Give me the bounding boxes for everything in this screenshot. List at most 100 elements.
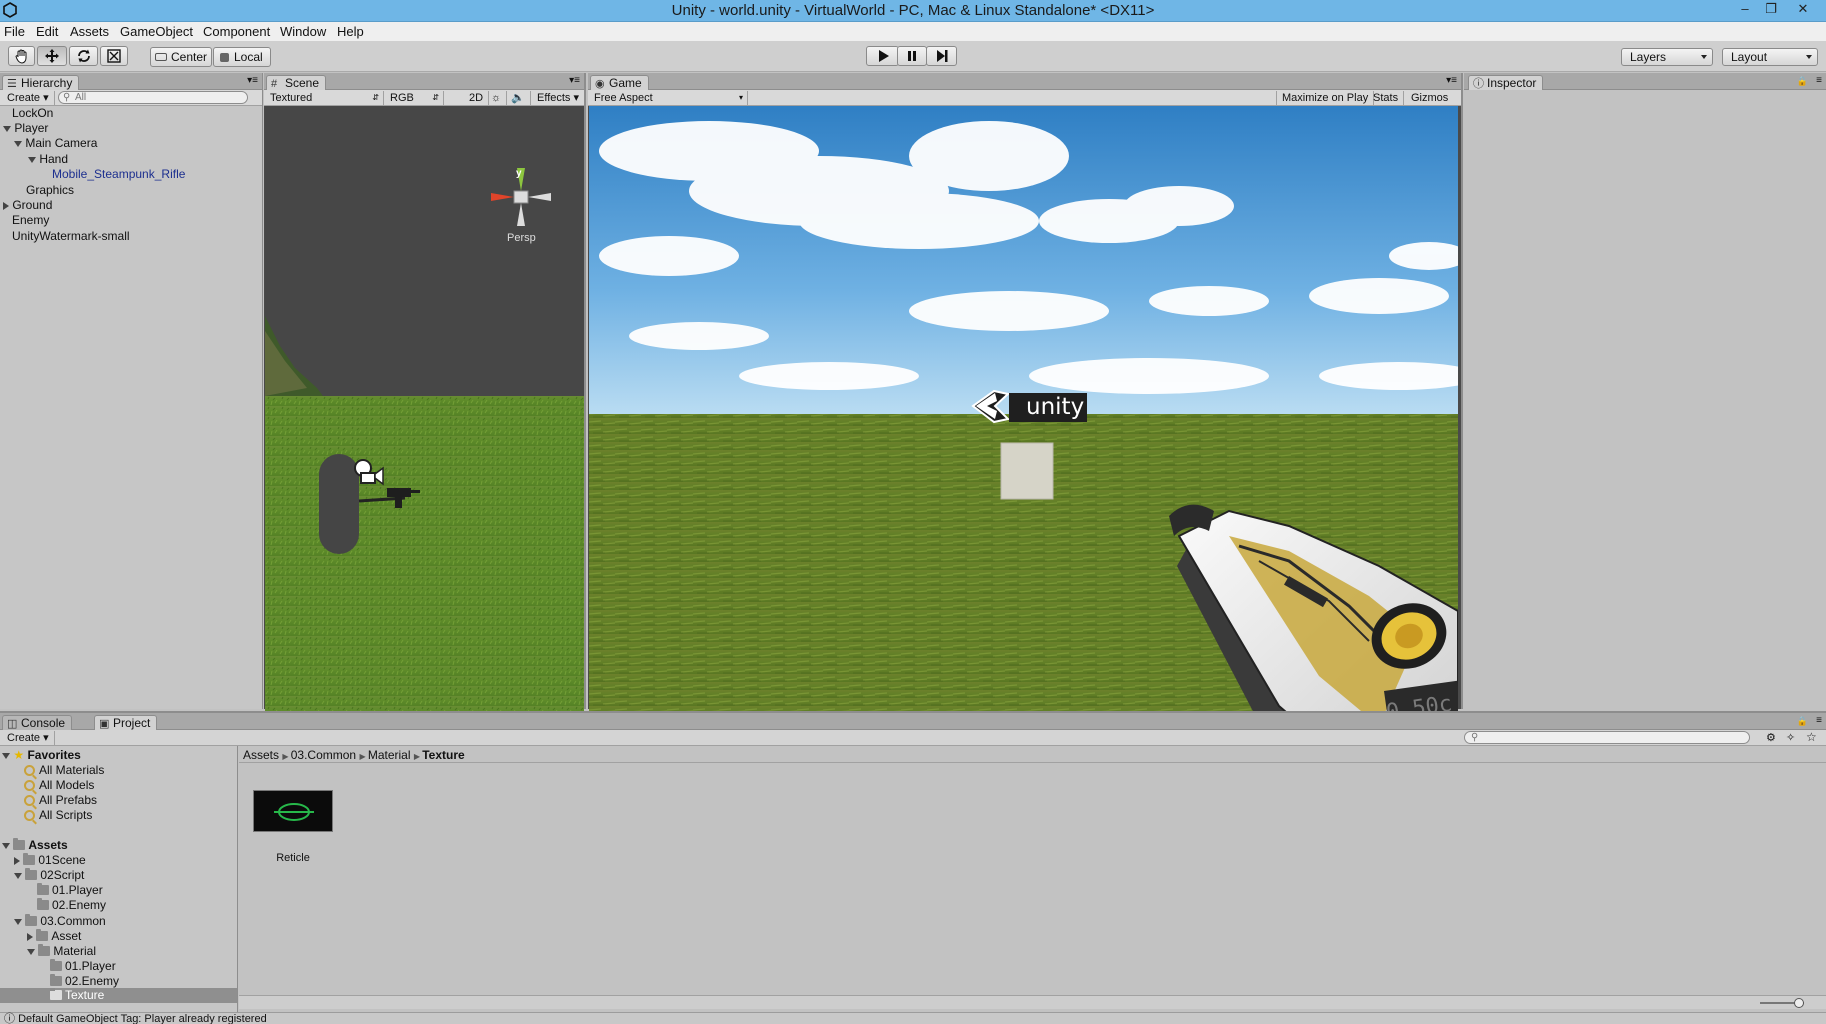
hierarchy-search-input[interactable]: ⚲ All [58, 91, 248, 104]
game-viewport[interactable]: unity 0.50c [589, 106, 1458, 780]
folder-item[interactable]: 03.Common [14, 914, 106, 928]
favorite-item[interactable]: All Materials [24, 763, 104, 777]
panel-menu-icon[interactable]: ≡ [1816, 715, 1822, 726]
hierarchy-item-graphics[interactable]: Graphics [26, 183, 74, 197]
gizmos-dropdown[interactable]: Gizmos ▾ [1406, 91, 1461, 118]
hierarchy-item-hand[interactable]: Hand [28, 152, 68, 166]
hierarchy-item-main-camera[interactable]: Main Camera [14, 136, 97, 150]
favorite-item[interactable]: All Scripts [24, 808, 92, 822]
pivot-mode-button[interactable]: Center [150, 47, 212, 67]
filter-label-icon[interactable]: ✧ [1786, 731, 1795, 744]
favorite-item[interactable]: All Models [24, 778, 94, 792]
menu-help[interactable]: Help [337, 24, 364, 39]
layers-dropdown[interactable]: Layers [1621, 48, 1713, 66]
expand-arrow-icon[interactable] [28, 156, 36, 163]
close-button[interactable]: ✕ [1790, 1, 1816, 19]
asset-label: Reticle [276, 852, 310, 864]
breadcrumb-current[interactable]: Texture [422, 748, 464, 762]
expand-arrow-icon[interactable] [14, 140, 22, 147]
favorites-header[interactable]: ★ Favorites [2, 748, 81, 762]
tab-game[interactable]: ◉ Game [590, 75, 649, 90]
folder-item[interactable]: Material [27, 944, 96, 958]
scale-tool-button[interactable] [100, 46, 128, 66]
color-mode-label: RGB [390, 92, 414, 104]
menu-component[interactable]: Component [203, 24, 270, 39]
hierarchy-item-enemy[interactable]: Enemy [12, 213, 49, 227]
menu-gameobject[interactable]: GameObject [120, 24, 193, 39]
effects-dropdown[interactable]: Effects ▾ [532, 91, 584, 105]
folder-item[interactable]: 01.Player [37, 883, 103, 897]
hierarchy-item-rifle[interactable]: Mobile_Steampunk_Rifle [52, 167, 185, 181]
aspect-select[interactable]: Free Aspect ▾ [588, 91, 748, 105]
folder-item[interactable]: 01.Player [50, 959, 116, 973]
scene-viewport[interactable]: y Persp [265, 106, 584, 780]
tab-project[interactable]: ▣ Project [94, 715, 158, 730]
menu-assets[interactable]: Assets [70, 24, 109, 39]
folder-item[interactable]: 01Scene [14, 853, 86, 867]
favorite-star-icon[interactable]: ☆ [1806, 730, 1817, 744]
zoom-slider-handle[interactable] [1794, 998, 1804, 1008]
hierarchy-item-ground[interactable]: Ground [3, 198, 52, 212]
hierarchy-create-button[interactable]: Create ▾ [2, 91, 55, 105]
folder-item[interactable]: 02Script [14, 868, 84, 882]
filter-type-icon[interactable]: ⚙ [1766, 731, 1776, 744]
expand-arrow-icon[interactable] [3, 125, 11, 132]
tab-hierarchy[interactable]: ☰ Hierarchy [2, 75, 80, 90]
collapse-arrow-icon[interactable] [14, 856, 20, 865]
breadcrumb-item[interactable]: 03.Common [291, 748, 356, 762]
tab-inspector[interactable]: ⓘ Inspector [1468, 75, 1544, 90]
expand-arrow-icon[interactable] [14, 918, 22, 925]
move-tool-button[interactable] [37, 46, 67, 66]
lighting-toggle-button[interactable]: ☼ [486, 91, 508, 105]
restore-button[interactable]: ❐ [1758, 1, 1784, 19]
project-search-input[interactable]: ⚲ [1464, 731, 1750, 744]
breadcrumb-item[interactable]: Material [368, 748, 411, 762]
lock-icon[interactable]: 🔒 [1797, 76, 1808, 87]
hierarchy-item-lockon[interactable]: LockOn [12, 106, 53, 120]
selected-folder-row[interactable]: Texture [0, 988, 237, 1003]
breadcrumb-item[interactable]: Assets [243, 748, 279, 762]
project-create-button[interactable]: Create ▾ [2, 731, 55, 745]
play-button[interactable] [866, 46, 899, 66]
color-mode-select[interactable]: RGB ⇵ [384, 91, 444, 105]
gizmo-projection-label[interactable]: Persp [507, 232, 536, 244]
expand-arrow-icon[interactable] [2, 752, 10, 759]
expand-arrow-icon[interactable] [27, 948, 35, 955]
tab-console[interactable]: ◫ Console [2, 715, 73, 730]
rotate-tool-button[interactable] [69, 46, 98, 66]
folder-item[interactable]: 02.Enemy [50, 974, 119, 988]
layout-dropdown[interactable]: Layout [1722, 48, 1818, 66]
pause-button[interactable] [897, 46, 927, 66]
pivot-rotation-button[interactable]: Local [213, 47, 271, 67]
expand-arrow-icon[interactable] [14, 872, 22, 879]
menu-window[interactable]: Window [280, 24, 326, 39]
render-mode-select[interactable]: Textured ⇵ [264, 91, 384, 105]
collapse-arrow-icon[interactable] [27, 932, 33, 941]
audio-toggle-button[interactable]: 🔈 [506, 91, 531, 105]
step-button[interactable] [926, 46, 957, 66]
tab-scene[interactable]: # Scene [266, 75, 327, 90]
panel-menu-icon[interactable]: ≡ [1816, 75, 1822, 86]
expand-arrow-icon[interactable] [2, 842, 10, 849]
assets-header[interactable]: Assets [2, 838, 68, 852]
hierarchy-item-watermark[interactable]: UnityWatermark-small [12, 229, 130, 243]
menu-edit[interactable]: Edit [36, 24, 58, 39]
minimize-button[interactable]: – [1732, 1, 1758, 19]
folder-item[interactable]: Asset [27, 929, 81, 943]
asset-item[interactable]: Reticle [253, 790, 333, 864]
stats-toggle[interactable]: Stats [1368, 91, 1405, 105]
search-icon [24, 780, 35, 791]
lock-icon[interactable]: 🔒 [1797, 716, 1808, 727]
folder-item[interactable]: 02.Enemy [37, 898, 106, 912]
collapse-arrow-icon[interactable] [3, 201, 9, 210]
hierarchy-item-player[interactable]: Player [3, 121, 48, 135]
hand-tool-button[interactable] [8, 46, 35, 66]
maximize-on-play-toggle[interactable]: Maximize on Play [1276, 91, 1375, 105]
panel-menu-icon[interactable]: ▾≡ [569, 75, 580, 86]
favorite-item[interactable]: All Prefabs [24, 793, 97, 807]
status-bar[interactable]: ⓘ Default GameObject Tag: Player already… [0, 1012, 1826, 1024]
panel-menu-icon[interactable]: ▾≡ [247, 75, 258, 86]
folder-item-selected[interactable]: Texture [50, 988, 104, 1002]
menu-file[interactable]: File [4, 24, 25, 39]
panel-menu-icon[interactable]: ▾≡ [1446, 75, 1457, 86]
